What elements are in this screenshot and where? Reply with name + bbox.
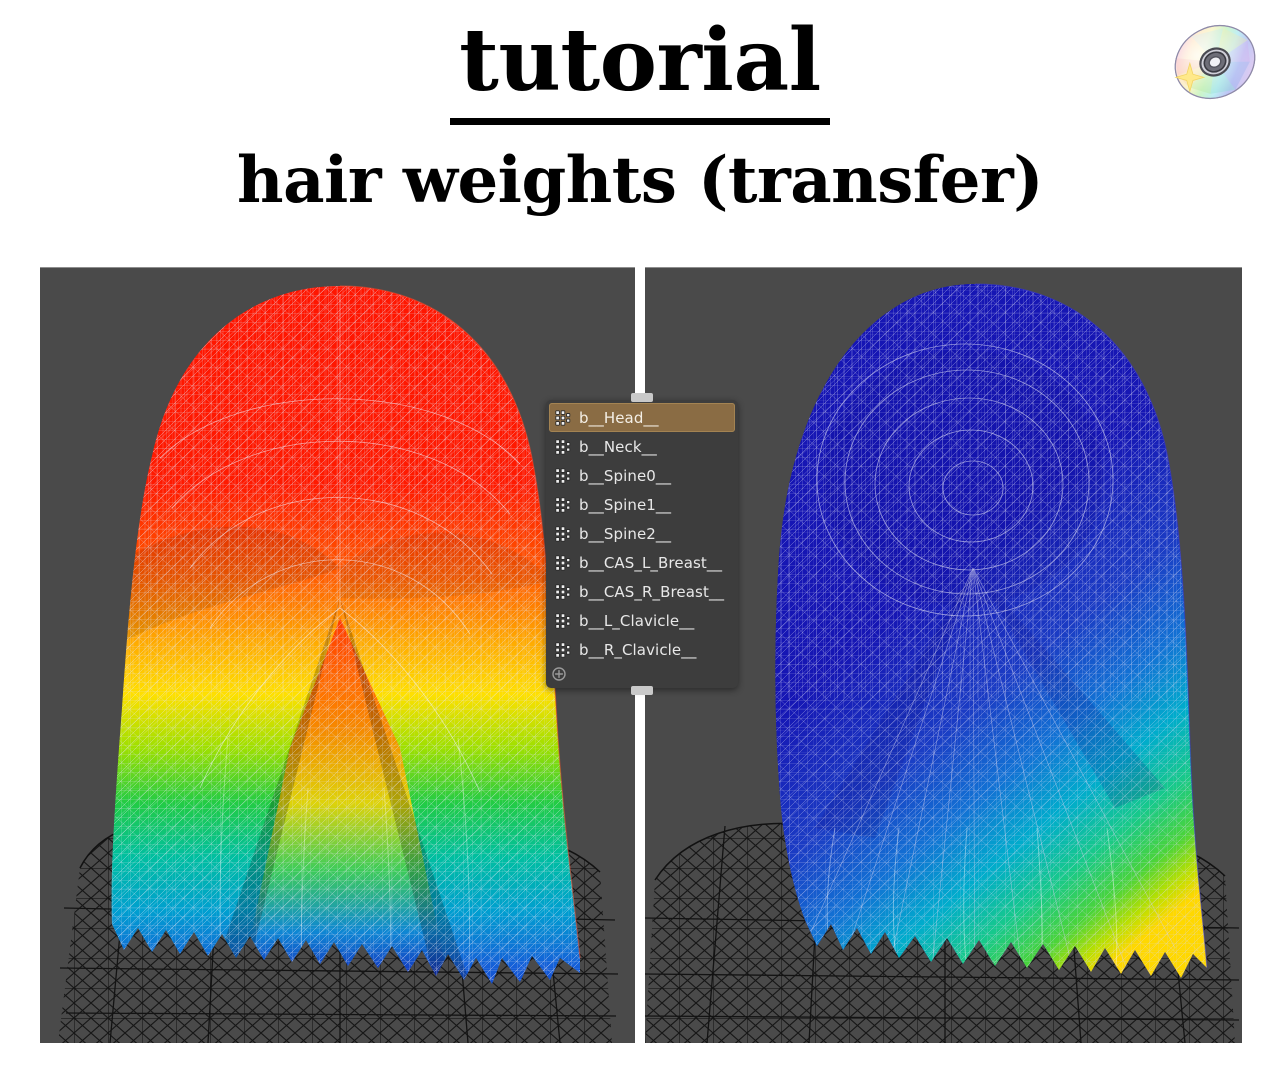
optical-disc-icon [1174, 24, 1256, 100]
panel-drag-handle-top[interactable] [631, 393, 653, 402]
panel-footer [546, 664, 738, 684]
vertex-group-list-panel[interactable]: b__Head__ b__Neck__ b__Spine0__ b__Spine… [546, 393, 738, 695]
vertex-group-icon [555, 496, 571, 513]
list-item[interactable]: b__CAS_R_Breast__ [549, 577, 735, 606]
vertex-group-list[interactable]: b__Head__ b__Neck__ b__Spine0__ b__Spine… [546, 400, 738, 664]
vertex-group-icon [555, 467, 571, 484]
list-item[interactable]: b__Head__ [549, 403, 735, 432]
list-item[interactable]: b__Spine2__ [549, 519, 735, 548]
list-item[interactable]: b__L_Clavicle__ [549, 606, 735, 635]
vertex-group-icon [555, 612, 571, 629]
vertex-group-icon [555, 438, 571, 455]
add-circle-icon[interactable] [552, 667, 566, 681]
vertex-group-label: b__Spine0__ [579, 466, 672, 485]
vertex-group-icon [555, 583, 571, 600]
vertex-group-label: b__CAS_L_Breast__ [579, 553, 723, 572]
vertex-group-label: b__Spine1__ [579, 495, 672, 514]
list-item[interactable]: b__Spine0__ [549, 461, 735, 490]
vertex-group-label: b__L_Clavicle__ [579, 611, 695, 630]
vertex-group-icon [555, 525, 571, 542]
list-item[interactable]: b__Spine1__ [549, 490, 735, 519]
vertex-group-icon [555, 641, 571, 658]
page-subtitle: hair weights (transfer) [237, 143, 1043, 218]
list-item[interactable]: b__Neck__ [549, 432, 735, 461]
page-title: tutorial [459, 10, 821, 111]
list-item[interactable]: b__R_Clavicle__ [549, 635, 735, 664]
vertex-group-label: b__CAS_R_Breast__ [579, 582, 725, 601]
vertex-group-label: b__Spine2__ [579, 524, 672, 543]
vertex-group-icon [555, 554, 571, 571]
vertex-group-label: b__R_Clavicle__ [579, 640, 697, 659]
vertex-group-label: b__Neck__ [579, 437, 657, 456]
list-item[interactable]: b__CAS_L_Breast__ [549, 548, 735, 577]
vertex-group-icon [555, 409, 571, 426]
page-header: tutorial hair weights (transfer) [0, 0, 1280, 255]
title-block: tutorial hair weights (transfer) [0, 18, 1280, 213]
vertex-group-label: b__Head__ [579, 408, 659, 427]
title-underline-rule [450, 118, 830, 125]
panel-drag-handle-bottom[interactable] [631, 686, 653, 695]
